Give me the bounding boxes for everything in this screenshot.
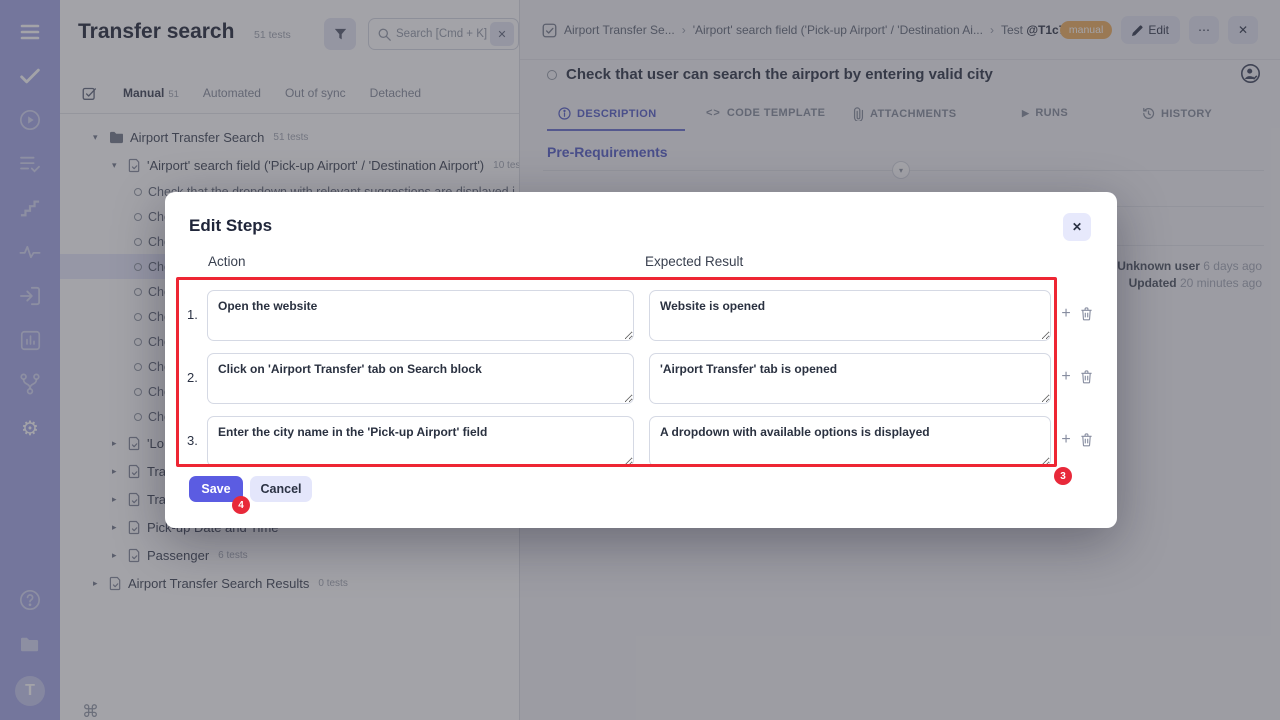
step-number: 2. xyxy=(187,370,198,385)
step-action-input[interactable]: Enter the city name in the 'Pick-up Airp… xyxy=(207,416,634,467)
step-number: 3. xyxy=(187,433,198,448)
step-row: 2. Click on 'Airport Transfer' tab on Sea… xyxy=(165,353,1117,404)
annotation-badge-4: 4 xyxy=(232,496,250,514)
delete-step-button[interactable] xyxy=(1080,433,1093,447)
step-expected-input[interactable]: A dropdown with available options is dis… xyxy=(649,416,1051,467)
column-header-expected: Expected Result xyxy=(645,254,743,269)
step-number: 1. xyxy=(187,307,198,322)
add-step-button[interactable]: + xyxy=(1056,430,1076,450)
annotation-badge-3: 3 xyxy=(1054,467,1072,485)
step-row: 1. Open the website Website is opened+ xyxy=(165,290,1117,341)
add-step-button[interactable]: + xyxy=(1056,367,1076,387)
app-root: ⚙ T Transfer search 51 tests ✕ Manual51 … xyxy=(0,0,1280,720)
delete-step-button[interactable] xyxy=(1080,307,1093,321)
delete-step-button[interactable] xyxy=(1080,370,1093,384)
step-action-input[interactable]: Open the website xyxy=(207,290,634,341)
step-expected-input[interactable]: Website is opened xyxy=(649,290,1051,341)
step-action-input[interactable]: Click on 'Airport Transfer' tab on Searc… xyxy=(207,353,634,404)
modal-title: Edit Steps xyxy=(189,216,272,236)
cancel-button[interactable]: Cancel xyxy=(250,476,312,502)
step-expected-input[interactable]: 'Airport Transfer' tab is opened xyxy=(649,353,1051,404)
add-step-button[interactable]: + xyxy=(1056,304,1076,324)
modal-close-button[interactable]: ✕ xyxy=(1063,213,1091,241)
column-header-action: Action xyxy=(208,254,246,269)
edit-steps-modal: Edit Steps ✕ Action Expected Result 1. Op… xyxy=(165,192,1117,528)
step-row: 3. Enter the city name in the 'Pick-up Ai… xyxy=(165,416,1117,467)
